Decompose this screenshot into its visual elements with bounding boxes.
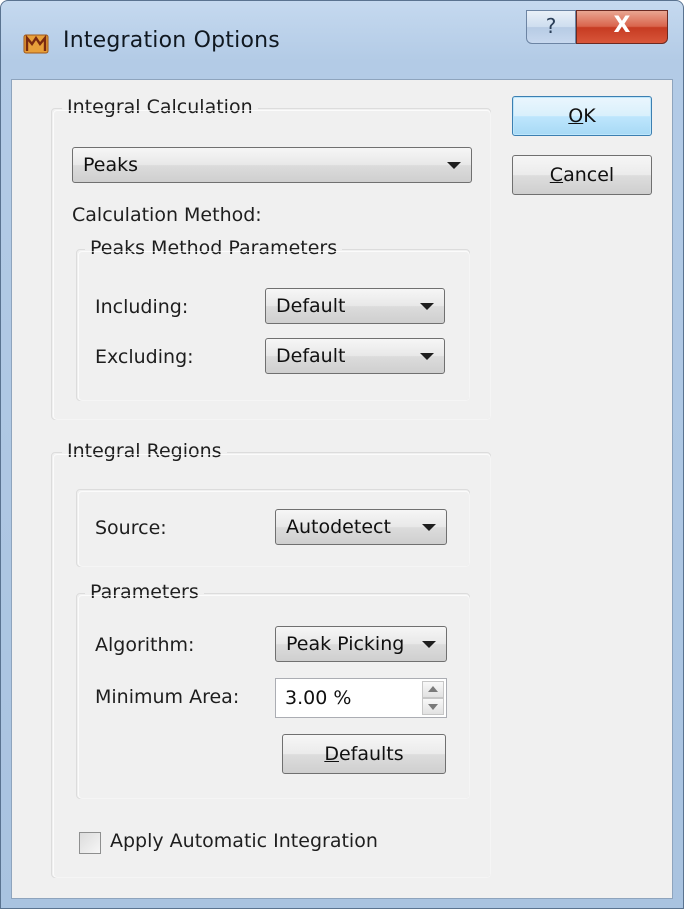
peaks-method-parameters-label: Peaks Method Parameters — [85, 237, 343, 259]
chevron-down-icon — [420, 303, 434, 310]
spin-buttons — [422, 681, 444, 715]
dialog-client-area: Integral Calculation Peaks Calculation M… — [11, 79, 673, 899]
cancel-access-key: C — [549, 164, 564, 186]
minimum-area-spinbox[interactable]: 3.00 % — [275, 678, 447, 718]
including-select[interactable]: Default — [265, 288, 445, 324]
algorithm-value: Peak Picking — [286, 633, 405, 655]
source-value: Autodetect — [286, 516, 391, 538]
mnova-icon — [23, 34, 49, 54]
algorithm-select[interactable]: Peak Picking — [275, 626, 447, 662]
chevron-down-icon — [447, 162, 461, 169]
parameters-label: Parameters — [85, 581, 204, 603]
defaults-button[interactable]: Defaults — [282, 734, 446, 774]
help-icon: ? — [545, 14, 557, 38]
window-title: Integration Options — [63, 28, 280, 53]
source-group: Source: Autodetect — [76, 489, 470, 567]
defaults-access-key: D — [324, 743, 339, 765]
algorithm-label: Algorithm: — [95, 634, 195, 656]
integral-regions-group: Integral Regions Source: Autodetect Para… — [51, 440, 491, 878]
spin-up-arrow-icon[interactable] — [422, 681, 444, 698]
integral-calculation-group: Integral Calculation Peaks Calculation M… — [51, 96, 491, 420]
ok-access-key: O — [568, 105, 584, 127]
chevron-down-icon — [420, 353, 434, 360]
cancel-label-rest: ancel — [563, 164, 615, 186]
cancel-button[interactable]: Cancel — [512, 155, 652, 195]
calculation-mode-select[interactable]: Peaks — [72, 147, 472, 183]
excluding-select[interactable]: Default — [265, 338, 445, 374]
defaults-label-rest: efaults — [338, 743, 404, 765]
including-value: Default — [276, 295, 346, 317]
calculation-method-label: Calculation Method: — [72, 204, 262, 226]
dialog-window: Integration Options ? X Integral Calcula… — [0, 0, 684, 909]
spin-down-arrow-icon[interactable] — [422, 698, 444, 715]
integral-regions-label: Integral Regions — [62, 440, 227, 462]
chevron-down-icon — [422, 641, 436, 648]
minimum-area-value: 3.00 % — [285, 687, 352, 709]
chevron-down-icon — [422, 524, 436, 531]
excluding-label: Excluding: — [95, 346, 194, 368]
apply-automatic-integration-label[interactable]: Apply Automatic Integration — [110, 830, 378, 852]
close-icon: X — [613, 13, 631, 38]
including-label: Including: — [95, 296, 189, 318]
ok-button[interactable]: OK — [512, 96, 652, 136]
source-select[interactable]: Autodetect — [275, 509, 447, 545]
help-button[interactable]: ? — [526, 10, 576, 44]
ok-label-rest: K — [583, 105, 596, 127]
minimum-area-label: Minimum Area: — [95, 686, 240, 708]
peaks-method-parameters-group: Peaks Method Parameters Including: Defau… — [76, 237, 470, 401]
excluding-value: Default — [276, 345, 346, 367]
close-button[interactable]: X — [576, 10, 668, 44]
calculation-mode-value: Peaks — [83, 154, 139, 176]
apply-automatic-integration-checkbox[interactable] — [79, 832, 101, 854]
source-label: Source: — [95, 517, 167, 539]
integral-calculation-label: Integral Calculation — [62, 96, 258, 118]
title-bar[interactable]: Integration Options ? X — [1, 1, 683, 79]
parameters-group: Parameters Algorithm: Peak Picking Minim… — [76, 581, 470, 799]
